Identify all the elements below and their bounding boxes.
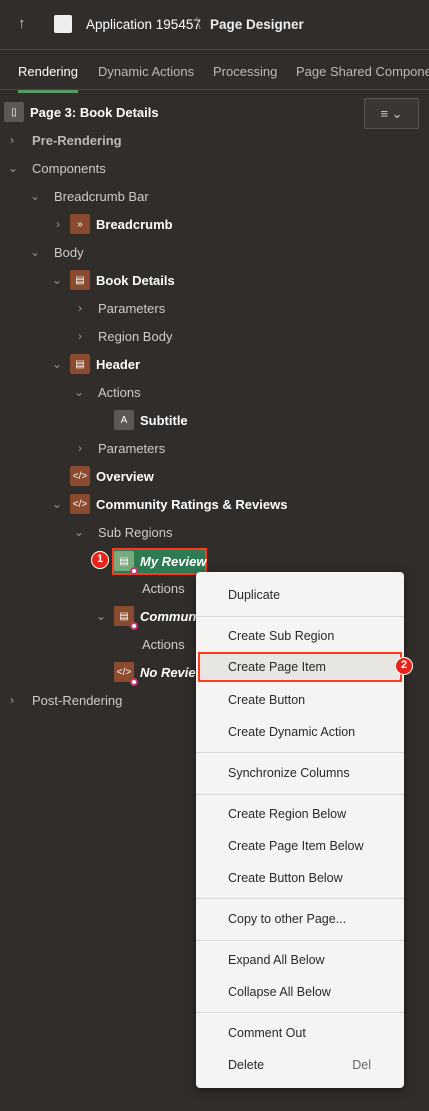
tree-actions[interactable]: Actions [142, 637, 185, 652]
menu-copy-to-other-page[interactable]: Copy to other Page... [196, 904, 404, 934]
tree-components[interactable]: Components [32, 161, 106, 176]
breadcrumb-icon: » [70, 214, 90, 234]
page-title: Page Designer [210, 17, 304, 32]
menu-comment-out[interactable]: Comment Out [196, 1018, 404, 1048]
tab-rendering[interactable]: Rendering [18, 64, 78, 93]
divider [196, 940, 404, 941]
tree-breadcrumb-bar[interactable]: Breadcrumb Bar [54, 189, 149, 204]
chevron-down-icon[interactable]: ⌄ [52, 497, 62, 511]
tree-subtitle[interactable]: Subtitle [140, 413, 188, 428]
divider [196, 794, 404, 795]
menu-create-button-below[interactable]: Create Button Below [196, 863, 404, 893]
menu-create-dynamic-action[interactable]: Create Dynamic Action [196, 717, 404, 747]
subtitle-item-icon: A [114, 410, 134, 430]
tree-body[interactable]: Body [54, 245, 84, 260]
tab-page-shared-components[interactable]: Page Shared Componen [296, 64, 429, 79]
chevron-right-icon[interactable]: › [78, 329, 82, 343]
menu-create-button[interactable]: Create Button [196, 685, 404, 715]
tabs: Rendering Dynamic Actions Processing Pag… [0, 50, 429, 93]
menu-create-region-below[interactable]: Create Region Below [196, 799, 404, 829]
divider [196, 752, 404, 753]
code-icon: </> [70, 494, 90, 514]
step-badge-1: 1 [91, 551, 109, 569]
up-arrow-icon[interactable]: ↑ [18, 15, 26, 32]
code-icon: </> [70, 466, 90, 486]
chevron-right-icon[interactable]: › [10, 693, 14, 707]
condition-icon [130, 567, 138, 575]
tree-page[interactable]: Page 3: Book Details [30, 105, 159, 120]
menu-duplicate[interactable]: Duplicate [196, 580, 404, 610]
page-icon: ▯ [4, 102, 24, 122]
chevron-right-icon[interactable]: › [78, 441, 82, 455]
app-breadcrumb[interactable]: Application 195457 [86, 17, 201, 32]
step-badge-2: 2 [395, 657, 413, 675]
tree-parameters[interactable]: Parameters [98, 441, 165, 456]
chevron-down-icon[interactable]: ⌄ [8, 161, 18, 175]
tree-region-body[interactable]: Region Body [98, 329, 172, 344]
menu-collapse-all-below[interactable]: Collapse All Below [196, 977, 404, 1007]
tab-dynamic-actions[interactable]: Dynamic Actions [98, 64, 194, 79]
tab-processing[interactable]: Processing [213, 64, 277, 79]
tree-book-details[interactable]: Book Details [96, 273, 175, 288]
menu-delete[interactable]: Delete Del [196, 1050, 404, 1080]
menu-create-page-item-below[interactable]: Create Page Item Below [196, 831, 404, 861]
region-icon: ▤ [70, 270, 90, 290]
condition-icon [130, 678, 138, 686]
chevron-right-icon[interactable]: › [78, 301, 82, 315]
chevron-right-icon[interactable]: › [56, 217, 60, 231]
tree-breadcrumb[interactable]: Breadcrumb [96, 217, 173, 232]
top-bar: ↑ Application 195457 \ Page Designer [0, 0, 429, 50]
context-menu: Duplicate Create Sub Region Create Page … [196, 572, 404, 1088]
menu-delete-label: Delete [228, 1058, 265, 1072]
chevron-down-icon[interactable]: ⌄ [74, 385, 84, 399]
menu-delete-shortcut: Del [352, 1058, 371, 1072]
tree-my-review[interactable]: My Review [140, 554, 206, 569]
tree-community-ratings[interactable]: Community Ratings & Reviews [96, 497, 287, 512]
chevron-right-icon[interactable]: › [10, 133, 14, 147]
code-icon: </> [114, 662, 138, 686]
divider [196, 898, 404, 899]
divider [196, 1012, 404, 1013]
menu-create-page-item[interactable]: Create Page Item [198, 652, 402, 682]
tree-parameters[interactable]: Parameters [98, 301, 165, 316]
tree-actions[interactable]: Actions [142, 581, 185, 596]
tree-community-reviews[interactable]: Communit [140, 609, 204, 624]
menu-create-sub-region[interactable]: Create Sub Region [196, 621, 404, 651]
breadcrumb-separator: \ [196, 14, 201, 33]
chevron-down-icon[interactable]: ⌄ [52, 273, 62, 287]
divider [196, 616, 404, 617]
tree-pre-rendering[interactable]: Pre-Rendering [32, 133, 122, 148]
menu-synchronize-columns[interactable]: Synchronize Columns [196, 758, 404, 788]
menu-expand-all-below[interactable]: Expand All Below [196, 945, 404, 975]
chevron-down-icon[interactable]: ⌄ [30, 189, 40, 203]
chevron-down-icon[interactable]: ⌄ [74, 525, 84, 539]
chevron-down-icon[interactable]: ⌄ [30, 245, 40, 259]
condition-icon [130, 622, 138, 630]
tree-header[interactable]: Header [96, 357, 140, 372]
region-icon: ▤ [70, 354, 90, 374]
region-icon: ▤ [114, 551, 138, 575]
tree-post-rendering[interactable]: Post-Rendering [32, 693, 122, 708]
region-icon: ▤ [114, 606, 138, 630]
chevron-down-icon[interactable]: ⌄ [52, 357, 62, 371]
tree-overview[interactable]: Overview [96, 469, 154, 484]
tree-sub-regions[interactable]: Sub Regions [98, 525, 172, 540]
tree-actions[interactable]: Actions [98, 385, 141, 400]
tree-menu-button[interactable]: ≡ ⌄ [364, 98, 419, 129]
chevron-down-icon[interactable]: ⌄ [96, 609, 106, 623]
application-icon [54, 15, 72, 33]
